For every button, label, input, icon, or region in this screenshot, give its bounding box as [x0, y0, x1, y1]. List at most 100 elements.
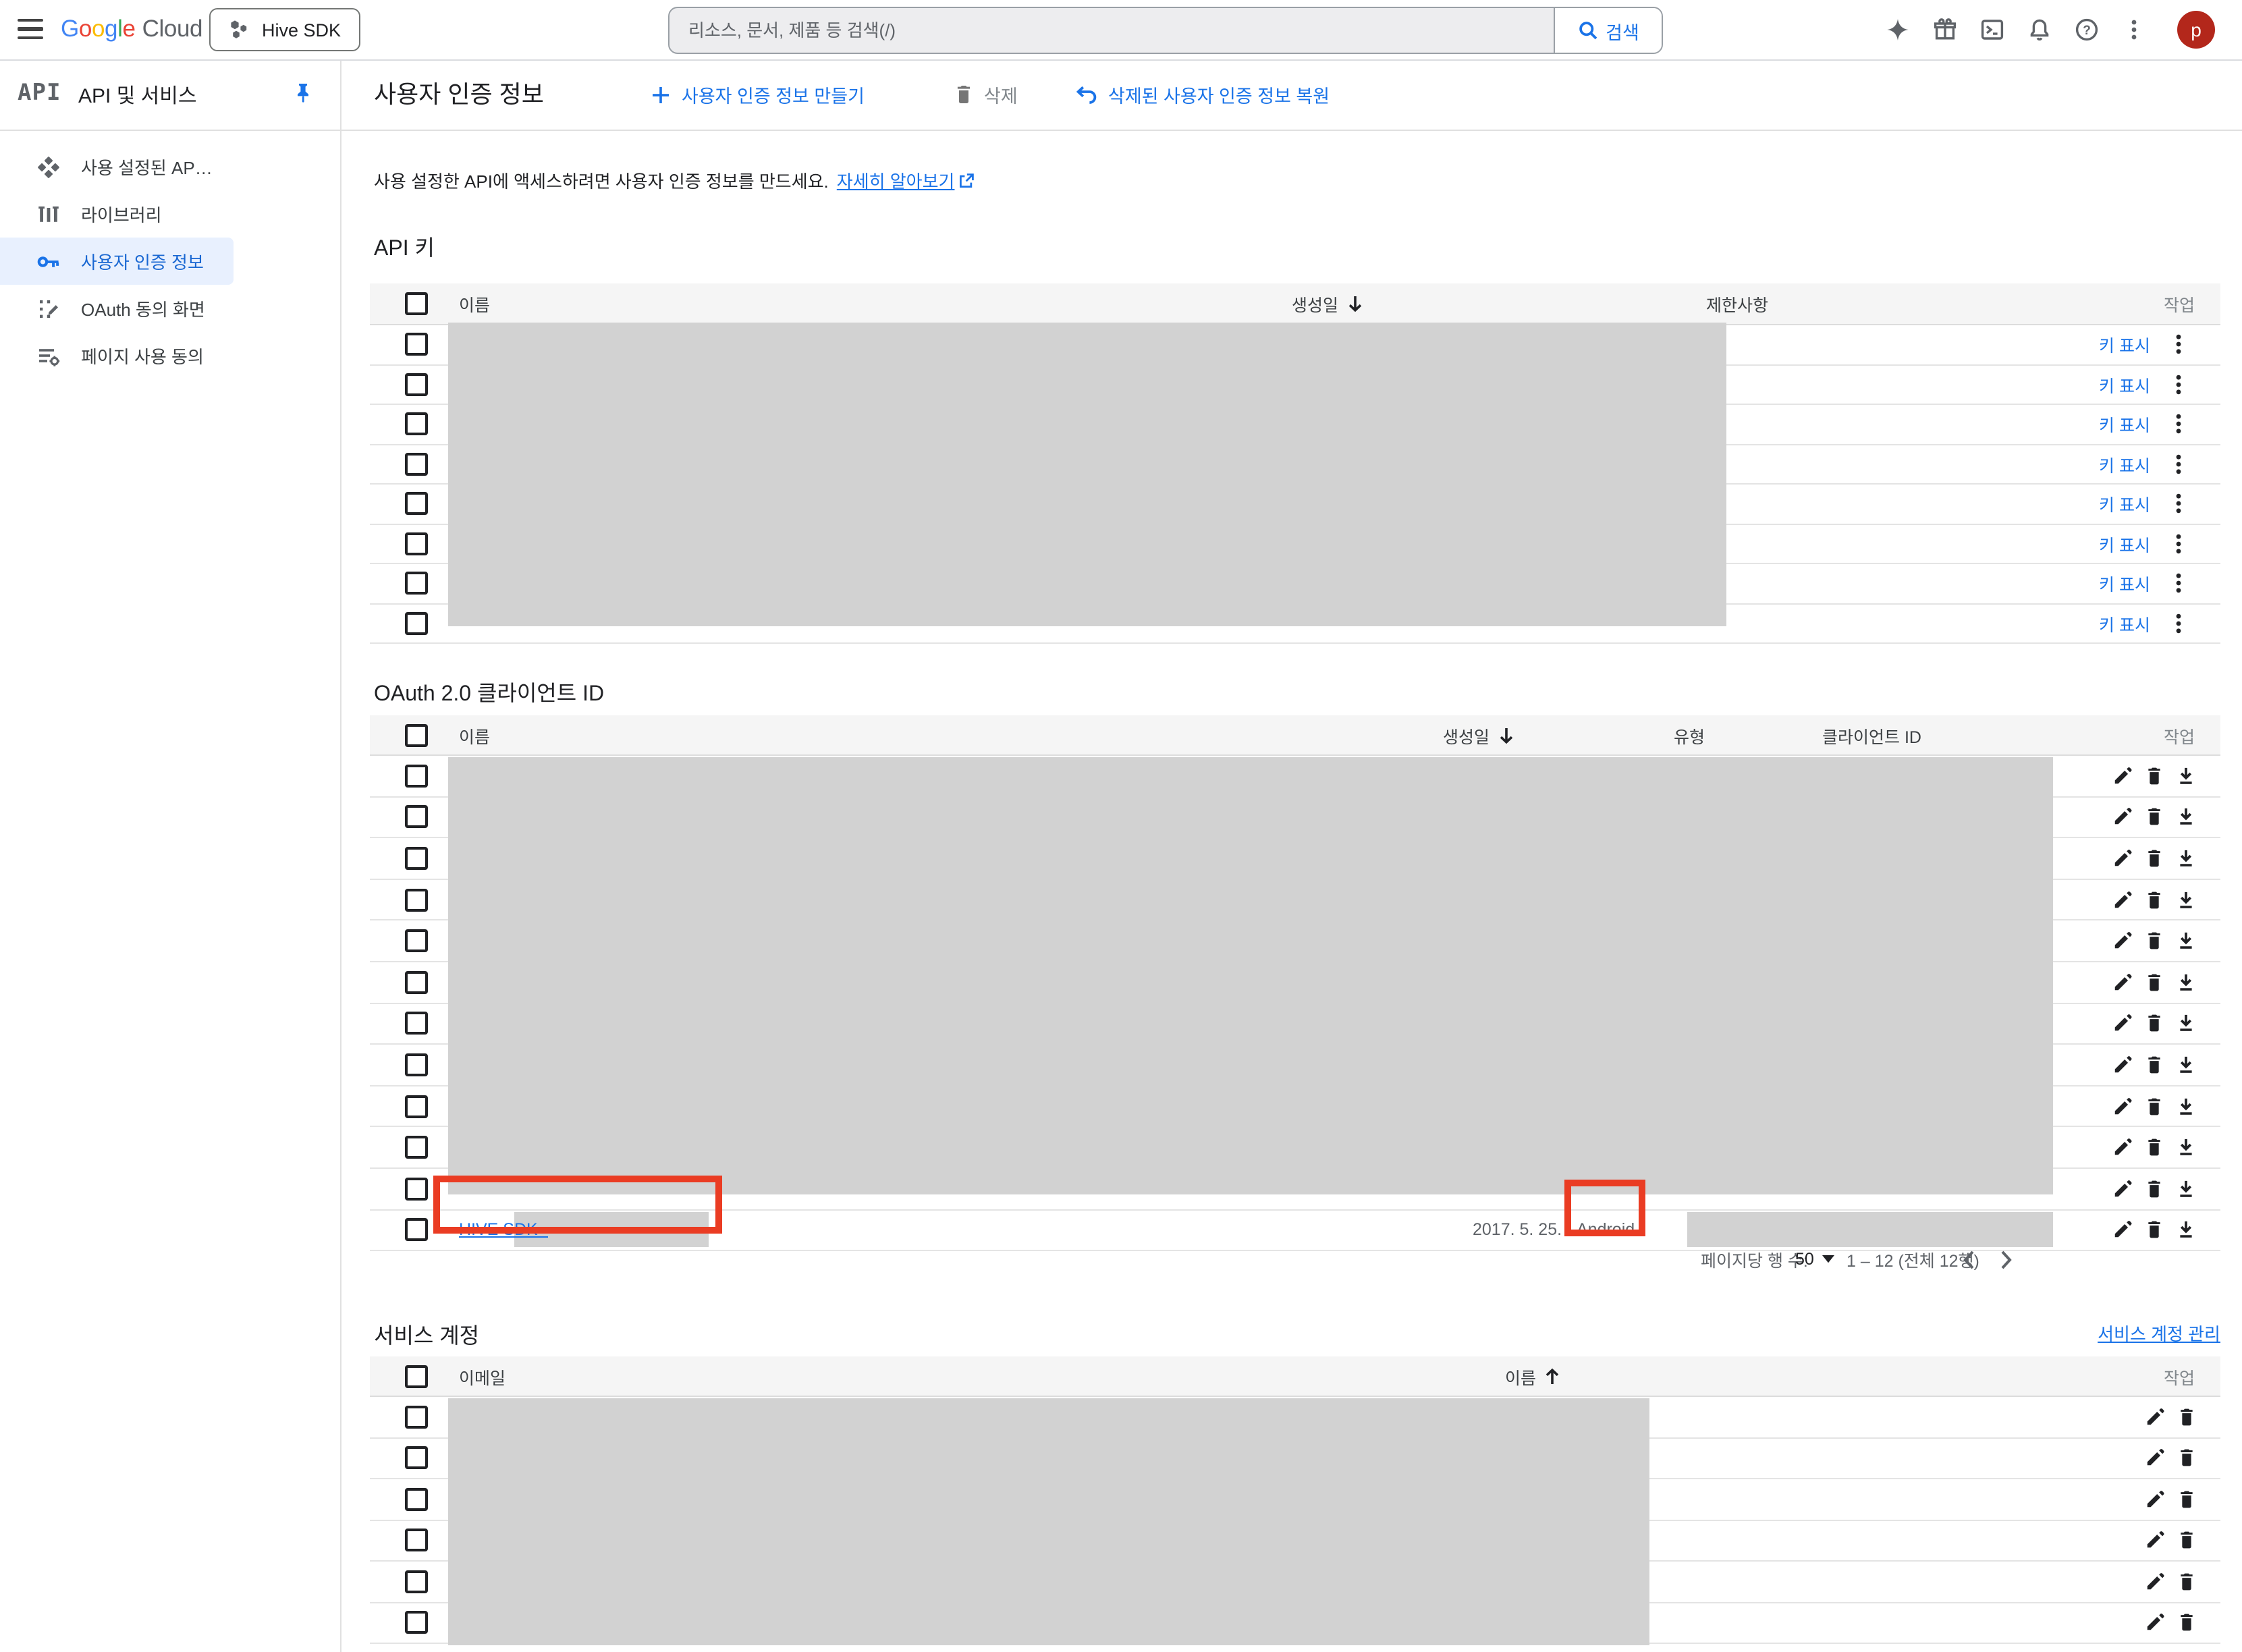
sort-by-name[interactable]: 이름 — [1505, 1363, 1560, 1389]
row-checkbox[interactable] — [405, 612, 428, 635]
project-selector[interactable]: Hive SDK — [209, 8, 360, 51]
gift-icon[interactable] — [1921, 0, 1968, 59]
restore-credentials-button[interactable]: 삭제된 사용자 인증 정보 복원 — [1076, 59, 1330, 130]
search-input[interactable] — [669, 8, 1554, 53]
learn-more-link[interactable]: 자세히 알아보기 — [837, 167, 975, 193]
row-checkbox[interactable] — [405, 532, 428, 555]
row-checkbox[interactable] — [405, 1488, 428, 1511]
edit-icon[interactable] — [2112, 889, 2133, 910]
select-all-checkbox[interactable] — [405, 292, 428, 315]
download-icon[interactable] — [2176, 972, 2196, 993]
more-options-icon[interactable] — [2169, 613, 2188, 634]
cloud-shell-icon[interactable] — [1968, 0, 2015, 59]
row-checkbox[interactable] — [405, 1053, 428, 1076]
row-checkbox[interactable] — [405, 453, 428, 476]
row-checkbox[interactable] — [405, 373, 428, 396]
more-options-icon[interactable] — [2169, 573, 2188, 595]
select-all-checkbox[interactable] — [405, 1365, 428, 1387]
delete-icon[interactable] — [2145, 1096, 2164, 1116]
sort-by-created[interactable]: 생성일 — [1443, 722, 1514, 748]
show-key-link[interactable]: 키 표시 — [2099, 611, 2150, 636]
download-icon[interactable] — [2176, 766, 2196, 786]
sidebar-item[interactable]: 사용 설정된 AP… — [0, 143, 340, 190]
manage-service-accounts-link[interactable]: 서비스 계정 관리 — [2098, 1320, 2220, 1346]
edit-icon[interactable] — [2112, 807, 2133, 827]
download-icon[interactable] — [2176, 807, 2196, 827]
delete-icon[interactable] — [2145, 766, 2164, 786]
more-options-icon[interactable] — [2169, 414, 2188, 435]
row-checkbox[interactable] — [405, 333, 428, 356]
download-icon[interactable] — [2176, 1178, 2196, 1199]
row-checkbox[interactable] — [405, 1612, 428, 1634]
row-checkbox[interactable] — [405, 1136, 428, 1159]
delete-icon[interactable] — [2177, 1489, 2196, 1510]
delete-icon[interactable] — [2145, 889, 2164, 910]
edit-icon[interactable] — [2145, 1448, 2165, 1468]
download-icon[interactable] — [2176, 1137, 2196, 1157]
show-key-link[interactable]: 키 표시 — [2099, 571, 2150, 597]
help-icon[interactable]: ? — [2062, 0, 2110, 59]
row-checkbox[interactable] — [405, 1177, 428, 1200]
row-checkbox[interactable] — [405, 1529, 428, 1552]
sidebar-item[interactable]: 라이브러리 — [0, 190, 340, 238]
row-checkbox[interactable] — [405, 493, 428, 516]
notifications-bell-icon[interactable] — [2015, 0, 2062, 59]
edit-icon[interactable] — [2145, 1572, 2165, 1592]
pin-icon[interactable] — [293, 82, 313, 104]
delete-icon[interactable] — [2145, 1014, 2164, 1034]
download-icon[interactable] — [2176, 1014, 2196, 1034]
more-options-icon[interactable] — [2169, 533, 2188, 555]
row-checkbox[interactable] — [405, 1406, 428, 1429]
delete-icon[interactable] — [2145, 1178, 2164, 1199]
delete-icon[interactable] — [2177, 1572, 2196, 1592]
edit-icon[interactable] — [2145, 1531, 2165, 1551]
row-checkbox[interactable] — [405, 1447, 428, 1470]
edit-icon[interactable] — [2145, 1407, 2165, 1427]
sort-by-created[interactable]: 생성일 — [1292, 291, 1363, 316]
edit-icon[interactable] — [2112, 848, 2133, 869]
sidebar-item[interactable]: 페이지 사용 동의 — [0, 332, 340, 379]
edit-icon[interactable] — [2112, 931, 2133, 951]
create-credentials-button[interactable]: 사용자 인증 정보 만들기 — [651, 59, 865, 130]
gemini-sparkle-icon[interactable] — [1874, 0, 1921, 59]
row-checkbox[interactable] — [405, 1095, 428, 1118]
delete-icon[interactable] — [2145, 1055, 2164, 1075]
edit-icon[interactable] — [2112, 766, 2133, 786]
edit-icon[interactable] — [2145, 1613, 2165, 1633]
show-key-link[interactable]: 키 표시 — [2099, 451, 2150, 477]
download-icon[interactable] — [2176, 931, 2196, 951]
next-page-icon[interactable] — [1990, 1243, 2022, 1275]
search-button[interactable]: 검색 — [1554, 8, 1662, 53]
delete-icon[interactable] — [2145, 972, 2164, 993]
more-options-icon[interactable] — [2169, 453, 2188, 475]
delete-icon[interactable] — [2145, 807, 2164, 827]
delete-icon[interactable] — [2145, 848, 2164, 869]
delete-credentials-button[interactable]: 삭제 — [954, 59, 1018, 130]
sidebar-item[interactable]: 사용자 인증 정보 — [0, 238, 234, 285]
row-checkbox[interactable] — [405, 765, 428, 788]
download-icon[interactable] — [2176, 1096, 2196, 1116]
delete-icon[interactable] — [2145, 931, 2164, 951]
row-checkbox[interactable] — [405, 929, 428, 952]
download-icon[interactable] — [2176, 889, 2196, 910]
edit-icon[interactable] — [2112, 972, 2133, 993]
row-checkbox[interactable] — [405, 806, 428, 829]
show-key-link[interactable]: 키 표시 — [2099, 372, 2150, 397]
more-options-icon[interactable] — [2169, 493, 2188, 515]
delete-icon[interactable] — [2177, 1448, 2196, 1468]
more-options-icon[interactable] — [2169, 334, 2188, 356]
show-key-link[interactable]: 키 표시 — [2099, 491, 2150, 517]
row-checkbox[interactable] — [405, 888, 428, 911]
avatar[interactable]: p — [2177, 11, 2215, 49]
more-options-icon[interactable] — [2169, 374, 2188, 395]
edit-icon[interactable] — [2145, 1489, 2165, 1510]
delete-icon[interactable] — [2177, 1407, 2196, 1427]
edit-icon[interactable] — [2112, 1137, 2133, 1157]
show-key-link[interactable]: 키 표시 — [2099, 412, 2150, 437]
row-checkbox[interactable] — [405, 847, 428, 870]
edit-icon[interactable] — [2112, 1055, 2133, 1075]
edit-icon[interactable] — [2112, 1178, 2133, 1199]
row-checkbox[interactable] — [405, 413, 428, 436]
prev-page-icon[interactable] — [1952, 1243, 1984, 1275]
delete-icon[interactable] — [2177, 1613, 2196, 1633]
